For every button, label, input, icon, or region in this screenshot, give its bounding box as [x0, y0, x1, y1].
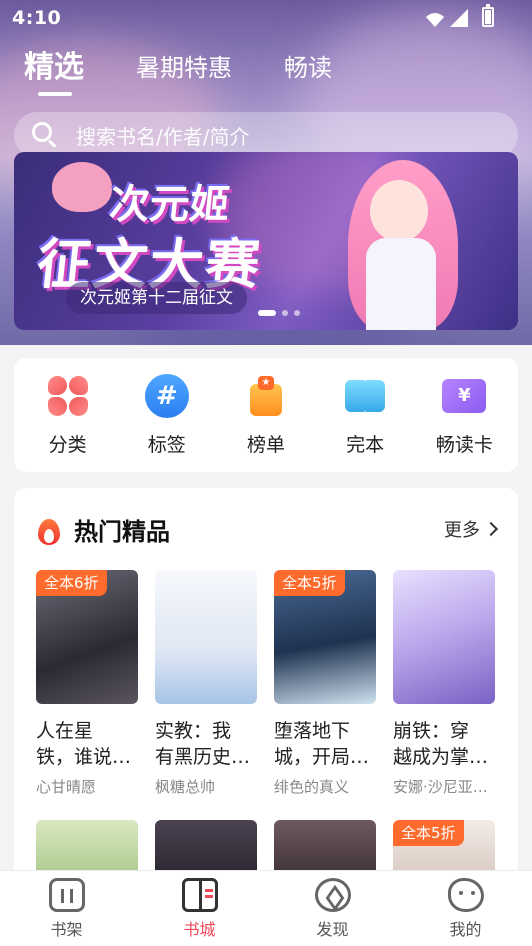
yen-card-icon: ¥ [442, 378, 487, 413]
book-card[interactable]: 全本5折 堕落地下 城，开局… 绯色的真义 [274, 570, 376, 797]
book-author: 绯色的真义 [274, 778, 350, 796]
pagination-dot-active [258, 310, 276, 316]
pagination-dot [294, 310, 300, 316]
book-title-line: 崩铁：穿 [393, 720, 470, 742]
category-label: 榜单 [246, 433, 285, 456]
book-list: 全本6折 人在星 铁，谁说… 心甘晴愿 实教：我 有黑历史… 枫糖总帅 全本5折… [36, 570, 495, 797]
nav-label: 书架 [50, 919, 83, 939]
nav-bookshelf[interactable]: 书架 [27, 877, 107, 940]
nav-label: 我的 [449, 919, 482, 939]
profile-icon [447, 877, 484, 912]
banner-character-illustration [318, 152, 488, 330]
tab-unlimited-read[interactable]: 畅读 [284, 48, 332, 88]
tab-featured[interactable]: 精选 [24, 48, 84, 96]
battery-icon [482, 4, 494, 27]
book-author: 心甘晴愿 [36, 778, 97, 796]
hashtag-icon: # [144, 373, 189, 418]
book-title-line: 铁，谁说… [36, 746, 132, 768]
ranking-icon: ★ [244, 374, 288, 418]
signal-icon [426, 9, 468, 27]
book-cover: 全本5折 [274, 570, 376, 704]
bookshelf-icon [48, 877, 85, 912]
book-cover [393, 570, 495, 704]
book-cover: 全本6折 [36, 570, 138, 704]
book-title-line: 人在星 [36, 720, 94, 742]
tab-label: 暑期特惠 [136, 54, 232, 82]
search-icon [32, 122, 58, 148]
category-completed[interactable]: 完本 [320, 374, 410, 457]
status-bar: 4:10 [0, 0, 532, 36]
category-reading-card[interactable]: ¥ 畅读卡 [419, 374, 509, 457]
nav-discover[interactable]: 发现 [293, 877, 373, 940]
fire-icon [36, 515, 62, 545]
book-title: 崩铁：穿 越成为掌… [393, 718, 495, 770]
book-title: 堕落地下 城，开局… [274, 718, 376, 770]
category-label: 分类 [48, 433, 87, 456]
more-link[interactable]: 更多 [444, 516, 499, 542]
book-title-line: 城，开局… [274, 746, 370, 768]
nav-label: 书城 [183, 919, 216, 939]
book-title-line: 实教：我 [155, 720, 232, 742]
discount-badge: 全本6折 [36, 570, 107, 596]
hot-picks-section: 热门精品 更多 全本6折 人在星 铁，谁说… 心甘晴愿 实教：我 有黑历史… 枫… [14, 488, 518, 888]
compass-icon [314, 877, 351, 912]
section-header: 热门精品 [36, 512, 170, 547]
book-title-line: 有黑历史… [155, 746, 251, 768]
more-label: 更多 [444, 520, 480, 541]
book-author: 安娜·沙尼亚… [393, 778, 488, 796]
book-card[interactable]: 实教：我 有黑历史… 枫糖总帅 [155, 570, 257, 797]
category-tags[interactable]: # 标签 [122, 373, 212, 457]
banner-caption: 次元姬第十二届征文 [66, 282, 247, 314]
search-placeholder: 搜索书名/作者/简介 [76, 124, 250, 149]
book-title: 人在星 铁，谁说… [36, 718, 138, 770]
category-label: 完本 [346, 433, 385, 456]
book-card[interactable]: 崩铁：穿 越成为掌… 安娜·沙尼亚… [393, 570, 495, 797]
discount-badge: 全本5折 [393, 820, 464, 846]
book-cover [155, 570, 257, 704]
book-author: 枫糖总帅 [155, 778, 216, 796]
category-classify[interactable]: 分类 [23, 374, 113, 457]
bottom-navigation: 书架 书城 发现 我的 [0, 870, 532, 946]
chevron-right-icon [483, 521, 499, 537]
category-label: 标签 [147, 433, 186, 456]
promo-banner[interactable]: 次元姬 征文大赛 次元姬第十二届征文 [14, 152, 518, 330]
category-rankings[interactable]: ★ 榜单 [221, 374, 311, 457]
nav-profile[interactable]: 我的 [426, 877, 506, 940]
book-title-line: 堕落地下 [274, 720, 351, 742]
top-tabs: 精选 暑期特惠 畅读 [24, 48, 384, 98]
bookstore-icon [181, 877, 218, 912]
tab-label: 精选 [24, 50, 84, 85]
book-card[interactable]: 全本6折 人在星 铁，谁说… 心甘晴愿 [36, 570, 138, 797]
active-tab-indicator [38, 92, 72, 96]
section-title: 热门精品 [74, 518, 170, 546]
book-title-line: 越成为掌… [393, 746, 489, 768]
category-shortcuts: 分类 # 标签 ★ 榜单 完本 ¥ 畅读卡 [14, 358, 518, 472]
nav-label: 发现 [316, 919, 349, 939]
discount-badge: 全本5折 [274, 570, 345, 596]
tab-label: 畅读 [284, 54, 332, 82]
open-book-icon [343, 374, 387, 418]
pagination-dot [282, 310, 288, 316]
mascot-illustration [52, 162, 112, 212]
status-time: 4:10 [12, 7, 62, 29]
tab-summer-sale[interactable]: 暑期特惠 [136, 48, 232, 88]
nav-bookstore[interactable]: 书城 [160, 877, 240, 940]
clover-icon [46, 374, 90, 418]
book-title: 实教：我 有黑历史… [155, 718, 257, 770]
banner-pagination [258, 310, 300, 316]
category-label: 畅读卡 [435, 433, 493, 456]
